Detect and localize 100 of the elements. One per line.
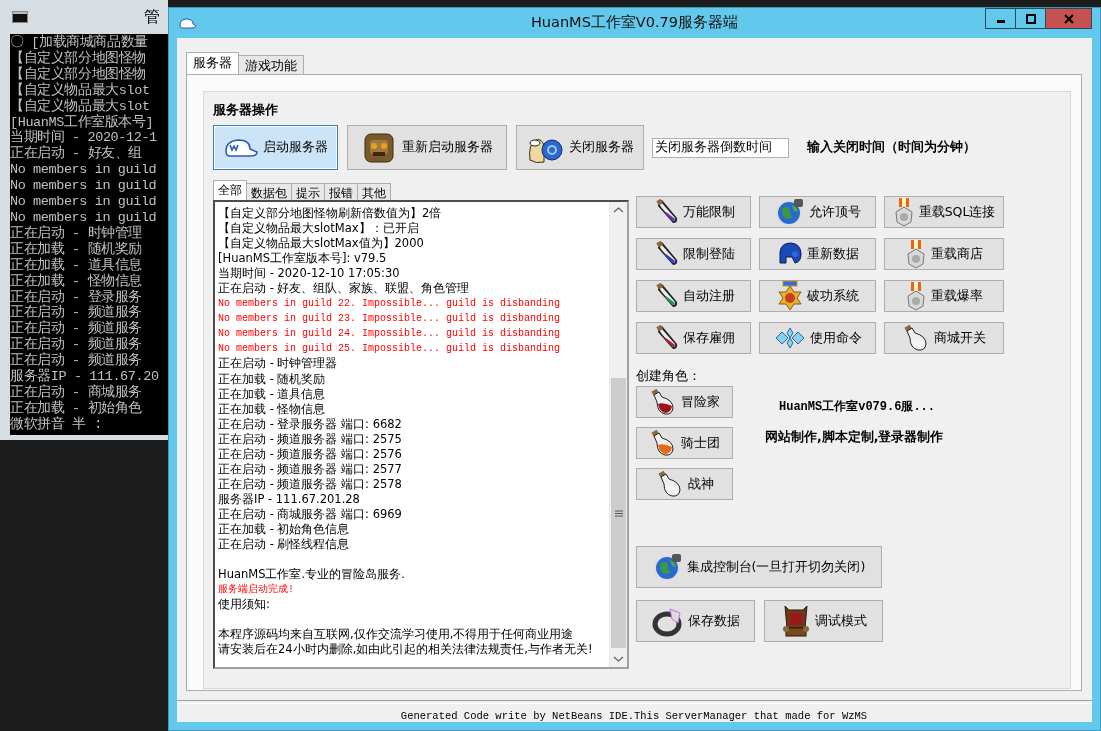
countdown-hint: 输入关闭时间（时间为分钟）	[807, 139, 976, 156]
create-character-button[interactable]: 骑士团	[636, 427, 733, 459]
log-line: 服务端启动完成!	[218, 582, 295, 598]
console-line: 〇 [加载商城商品数量	[10, 35, 148, 50]
function-button[interactable]: 重载爆率	[884, 280, 1004, 312]
promo-title: HuanMS工作室v079.6服...	[779, 398, 937, 415]
server-button[interactable]: 启动服务器	[213, 125, 338, 170]
maximize-icon	[1025, 13, 1036, 24]
log-line: [HuanMS工作室版本号]: v79.5	[218, 251, 388, 267]
close-button[interactable]	[1045, 8, 1092, 29]
log-line: 正在加载 - 随机奖励	[218, 371, 327, 387]
create-character-button[interactable]: 冒险家	[636, 386, 733, 418]
log-line: 正在加载 - 初始角色信息	[218, 522, 351, 538]
log-line: 正在加载 - 道具信息	[218, 386, 327, 402]
promo-services: 网站制作,脚本定制,登录器制作	[765, 429, 944, 446]
console-line: 正在加载 - 初始角色	[10, 400, 142, 416]
grip-icon[interactable]	[614, 509, 623, 517]
function-button[interactable]: 自动注册	[636, 280, 751, 312]
function-button[interactable]: 商城开关	[884, 322, 1004, 354]
minimize-button[interactable]	[985, 8, 1016, 29]
console-line: No members in guild	[10, 194, 157, 210]
console-line: 【自定义部分地图怪物	[10, 50, 146, 66]
log-line: 正在加载 - 怪物信息	[218, 401, 327, 417]
console-icon	[12, 11, 28, 23]
close-icon	[1062, 13, 1075, 24]
server-button[interactable]: 关闭服务器	[516, 125, 644, 170]
cap-icon	[223, 136, 258, 159]
maximize-button[interactable]	[1015, 8, 1046, 29]
app-icon	[179, 16, 197, 29]
debug-mode-button[interactable]: 调试模式	[764, 600, 883, 642]
function-button[interactable]: 保存雇佣	[636, 322, 751, 354]
console-line: 正在启动 - 频道服务	[10, 353, 142, 369]
countdown-field[interactable]: 关闭服务器倒数时间	[652, 137, 789, 158]
tab[interactable]: 游戏功能	[238, 55, 304, 74]
server-button[interactable]: 重新启动服务器	[347, 125, 507, 170]
log-line: 【自定义部分地图怪物刷新倍数值为】2倍	[218, 206, 443, 222]
log-line: 【自定义物品最大slotMax】：已开启	[218, 221, 420, 237]
medal-icon	[892, 197, 915, 227]
medal-icon	[905, 281, 927, 311]
log-line: 服务器IP - 111.67.201.28	[218, 491, 361, 507]
console-line: 正在启动 - 好友、组	[10, 146, 142, 163]
ime-status: 微软拼音 半 :	[10, 416, 102, 433]
throne-icon	[780, 604, 811, 638]
log-line: 正在启动 - 商城服务器 端口: 6969	[218, 506, 403, 522]
function-button[interactable]: 万能限制	[636, 196, 751, 228]
console-line: 正在启动 - 登录服务	[10, 289, 142, 305]
console-line: 正在启动 - 商城服务	[10, 384, 142, 400]
function-button[interactable]: 重载商店	[884, 238, 1004, 270]
footer-text: Generated Code write by NetBeans IDE.This ServerManager that made for WzMS	[400, 710, 868, 722]
log-line: 正在启动 - 好友、组队、家族、联盟、角色管理	[218, 281, 471, 297]
console-line: 当期时间 - 2020-12-1	[10, 130, 157, 146]
console-line: 正在加载 - 随机奖励	[10, 241, 142, 257]
log-line: 请安装后在24小时内删除,如由此引起的相关法律法规责任,与作者无关!	[218, 642, 594, 658]
function-button[interactable]: 使用命令	[759, 322, 876, 354]
function-button[interactable]: 重载SQL连接	[884, 196, 1004, 228]
window-title: HuanMS工作室V0.79服务器端	[530, 13, 739, 32]
log-line: 当期时间 - 2020-12-10 17:05:30	[218, 266, 401, 282]
console-line: No members in guild	[10, 209, 157, 225]
log-line: 正在启动 - 频道服务器 端口: 2575	[218, 431, 403, 447]
console-line: 【自定义部分地图怪物	[10, 66, 146, 82]
ring-icon	[651, 605, 684, 637]
log-line: 正在启动 - 频道服务器 端口: 2577	[218, 461, 403, 477]
log-line: 正在启动 - 频道服务器 端口: 2578	[218, 476, 403, 492]
console-line: No members in guild	[10, 178, 157, 195]
console-line: 【自定义物品最大slot	[10, 82, 150, 98]
function-button[interactable]: 允许顶号	[759, 196, 876, 228]
bottle-icon	[902, 324, 930, 352]
log-tab[interactable]: 其他	[357, 183, 391, 200]
console-button[interactable]: 集成控制台(一旦打开切勿关闭)	[636, 546, 882, 588]
log-line: 使用须知:	[218, 597, 271, 613]
log-line: 正在启动 - 时钟管理器	[218, 356, 339, 372]
log-line: No members in guild 25. Impossible... guild is disbanding	[218, 342, 562, 357]
create-heading: 创建角色：	[636, 368, 702, 385]
bottle-icon	[649, 388, 677, 416]
section-heading: 服务器操作	[213, 101, 279, 119]
snowflake-icon	[773, 326, 806, 350]
log-line: 【自定义物品最大slotMax值为】2000	[218, 236, 425, 252]
function-button[interactable]: 破功系统	[759, 280, 876, 312]
log-line: 正在启动 - 刷怪线程信息	[218, 537, 351, 553]
function-button[interactable]: 重新数据	[759, 238, 876, 270]
console-line: 正在启动 - 频道服务	[10, 305, 142, 321]
log-line: No members in guild 24. Impossible... guild is disbanding	[218, 327, 562, 342]
console-line: 【自定义物品最大slot	[10, 98, 150, 114]
minimize-icon	[996, 20, 1005, 23]
bottle-icon	[649, 429, 677, 457]
log-tab[interactable]: 报错	[324, 183, 358, 200]
medal-icon	[776, 280, 803, 312]
create-character-button[interactable]: 战神	[636, 468, 733, 500]
log-tab[interactable]: 全部	[213, 180, 247, 200]
medal-icon	[905, 239, 927, 269]
console-line: 正在加载 - 怪物信息	[10, 273, 142, 289]
log-line: No members in guild 22. Impossible... guild is disbanding	[218, 297, 562, 312]
tab[interactable]: 服务器	[186, 52, 239, 74]
save-data-button[interactable]: 保存数据	[636, 600, 755, 642]
log-line: 正在启动 - 频道服务器 端口: 2576	[218, 446, 403, 462]
log-tab[interactable]: 提示	[291, 183, 325, 200]
function-button[interactable]: 限制登陆	[636, 238, 751, 270]
log-line: HuanMS工作室.专业的冒险岛服务.	[218, 567, 406, 583]
scrollbar[interactable]	[609, 202, 627, 667]
log-tab[interactable]: 数据包	[246, 183, 292, 200]
